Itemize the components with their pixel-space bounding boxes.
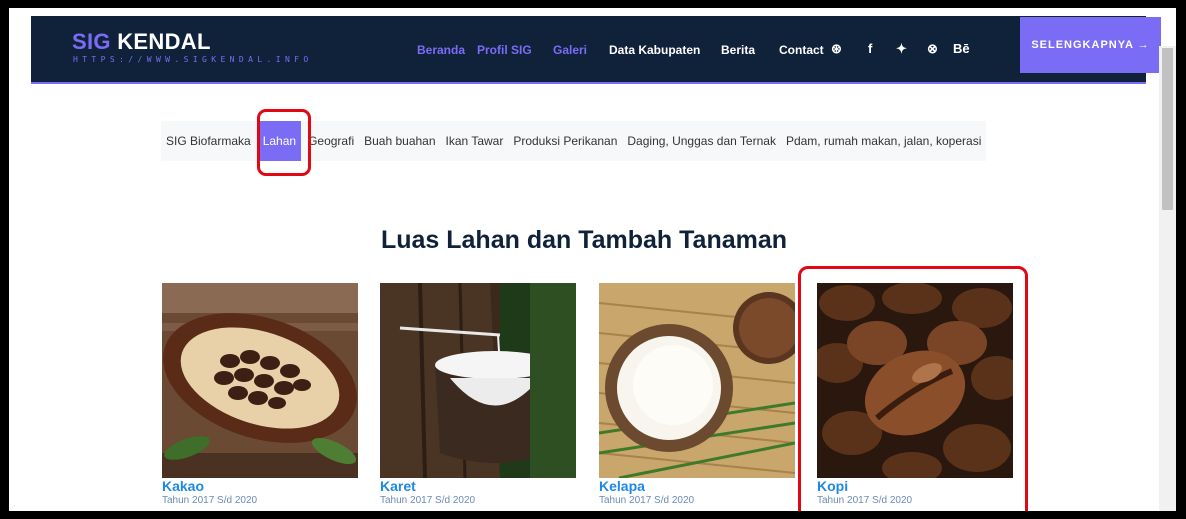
site-logo[interactable]: SIG KENDAL [72,29,211,55]
card-kelapa[interactable]: Kelapa Tahun 2017 S/d 2020 [599,283,795,507]
card-subtitle: Tahun 2017 S/d 2020 [599,495,695,506]
card-subtitle: Tahun 2017 S/d 2020 [380,495,476,506]
site-header: SIG KENDAL HTTPS://WWW.SIGKENDAL.INFO Be… [31,16,1146,84]
tab-geografi[interactable]: Geografi [303,121,359,161]
tab-ikan-tawar[interactable]: Ikan Tawar [441,121,509,161]
vertical-scrollbar[interactable] [1159,46,1176,511]
card-title[interactable]: Kakao [162,478,358,494]
kopi-card-highlight [798,266,1028,511]
card-title[interactable]: Kelapa [599,478,795,494]
scrollbar-thumb[interactable] [1162,48,1173,210]
nav-profil-sig[interactable]: Profil SIG [477,43,532,57]
nav-galeri[interactable]: Galeri [553,43,587,57]
card-title[interactable]: Karet [380,478,576,494]
tab-produksi-perikanan[interactable]: Produksi Perikanan [508,121,622,161]
tab-sig-biofarmaka[interactable]: SIG Biofarmaka [161,121,256,161]
section-title: Luas Lahan dan Tambah Tanaman [380,226,788,254]
kakao-image[interactable] [162,283,358,478]
tab-pdam-rumah-makan[interactable]: Pdam, rumah makan, jalan, koperasi [781,121,986,161]
pinterest-icon[interactable]: ⊛ [831,41,842,57]
nav-berita[interactable]: Berita [721,43,755,57]
nav-beranda[interactable]: Beranda [417,43,465,57]
dribbble-icon[interactable]: ⊗ [927,41,938,57]
kelapa-image[interactable] [599,283,795,478]
selengkapnya-button[interactable]: SELENGKAPNYA → [1020,17,1161,73]
card-karet[interactable]: Karet Tahun 2017 S/d 2020 [380,283,576,507]
twitter-icon[interactable]: ✦ [896,41,907,57]
karet-image[interactable] [380,283,576,478]
tab-daging-unggas-ternak[interactable]: Daging, Unggas dan Ternak [622,121,781,161]
tab-buah-buahan[interactable]: Buah buahan [359,121,440,161]
card-kakao[interactable]: Kakao Tahun 2017 S/d 2020 [162,283,358,507]
nav-data-kabupaten[interactable]: Data Kabupaten [609,43,700,57]
browser-viewport: SIG KENDAL HTTPS://WWW.SIGKENDAL.INFO Be… [9,8,1176,511]
lahan-tab-highlight [257,109,311,176]
facebook-icon[interactable]: f [868,41,872,56]
site-url: HTTPS://WWW.SIGKENDAL.INFO [73,55,313,64]
behance-icon[interactable]: Bē [953,41,970,56]
card-subtitle: Tahun 2017 S/d 2020 [162,495,258,506]
nav-contact[interactable]: Contact [779,43,824,57]
